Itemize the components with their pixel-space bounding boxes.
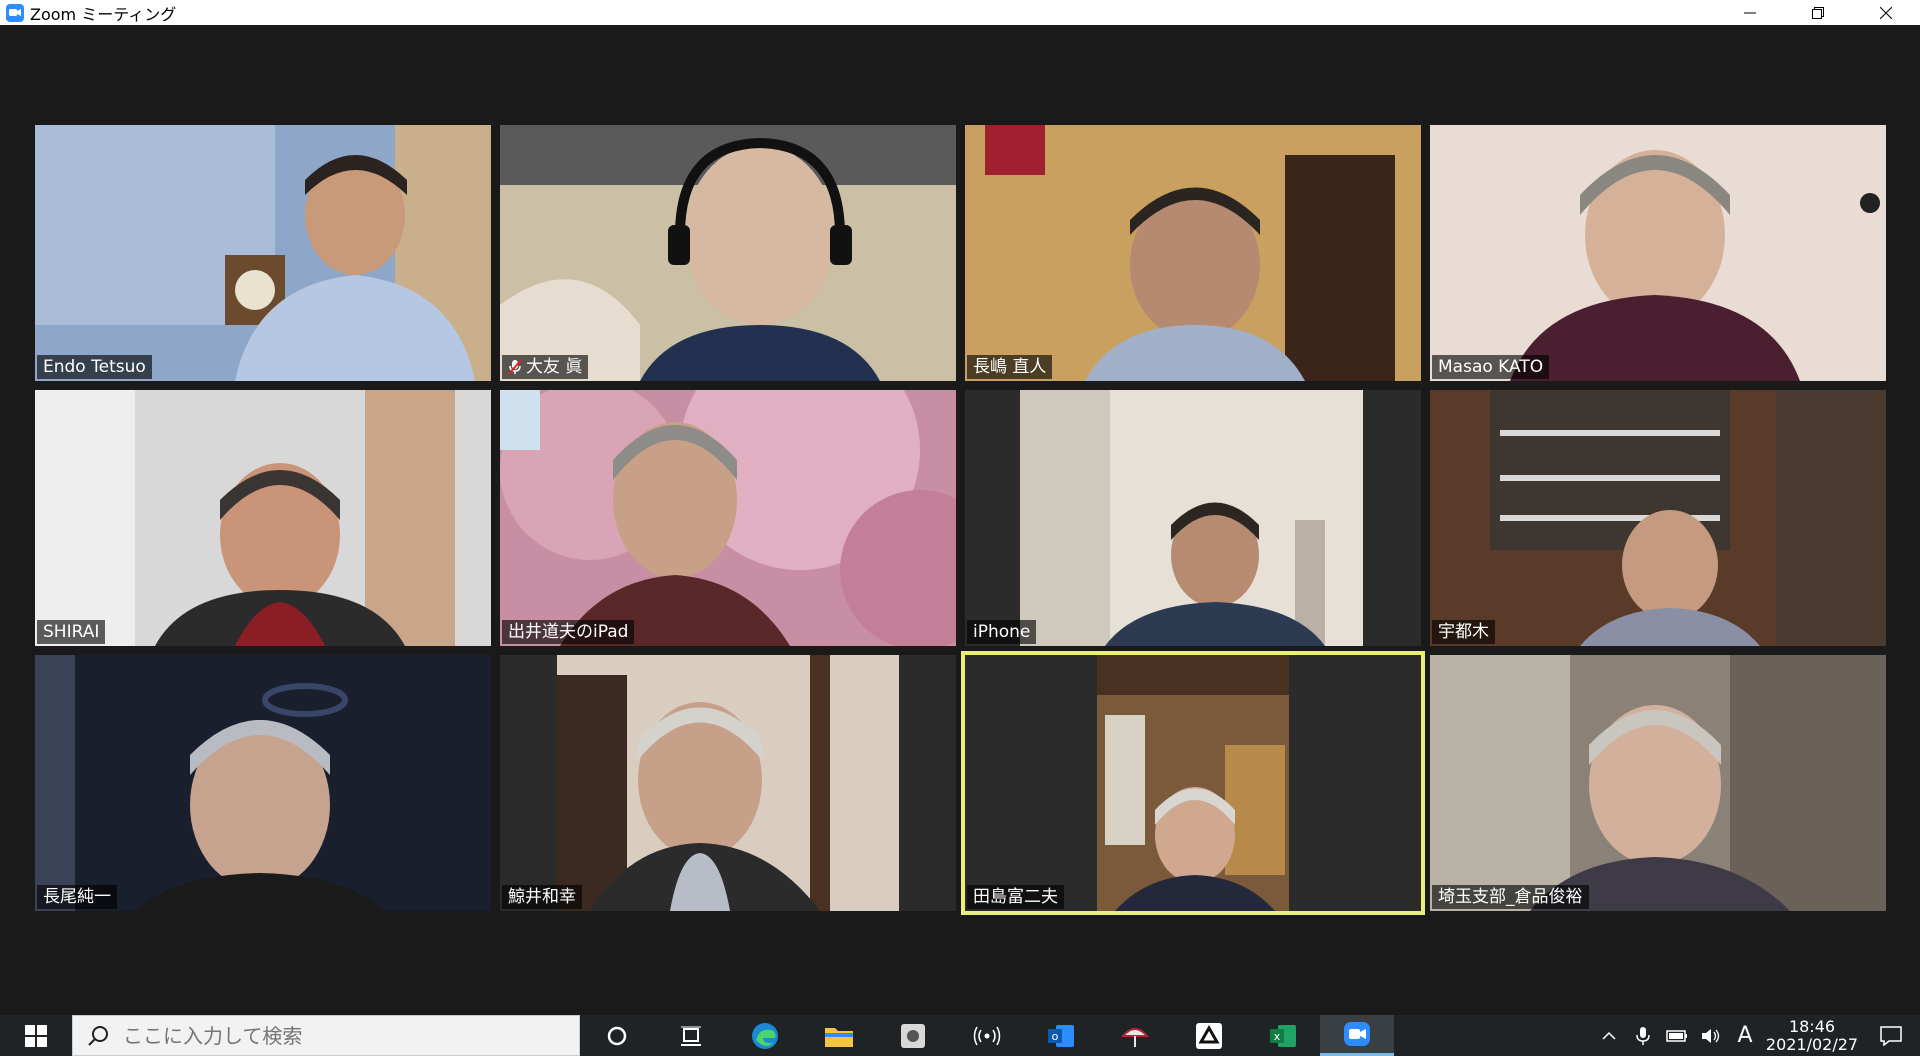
taskbar-app-broadcast[interactable] <box>950 1015 1024 1056</box>
video-tile[interactable]: 長尾純一 <box>35 655 491 911</box>
taskbar-search-box[interactable] <box>72 1015 580 1056</box>
participant-video <box>500 390 956 646</box>
notification-icon <box>1880 1025 1902 1047</box>
window-titlebar: Zoom ミーティング <box>0 0 1920 25</box>
participant-name-label: Endo Tetsuo <box>37 355 152 379</box>
participant-video <box>500 125 956 381</box>
excel-icon: x <box>1270 1024 1296 1047</box>
video-tile[interactable]: Endo Tetsuo <box>35 125 491 381</box>
video-tile[interactable]: 長嶋 直人 <box>965 125 1421 381</box>
microphone-icon <box>1636 1026 1650 1045</box>
participant-video <box>965 390 1421 646</box>
restore-icon <box>1812 6 1824 19</box>
clock-date: 2021/02/27 <box>1765 1034 1859 1054</box>
taskbar-app-excel[interactable]: x <box>1246 1015 1320 1056</box>
participant-name-label: iPhone <box>967 620 1037 644</box>
speaker-icon <box>1702 1028 1720 1043</box>
folder-icon <box>825 1027 853 1047</box>
participant-video <box>1430 655 1886 911</box>
taskbar-app-umbrella[interactable] <box>1098 1015 1172 1056</box>
system-tray: A 18:46 2021/02/27 <box>1592 1015 1920 1056</box>
broadcast-icon <box>973 1026 1001 1045</box>
network-tray-button[interactable] <box>1660 1015 1694 1056</box>
restore-button[interactable] <box>1784 0 1852 25</box>
taskbar-app-generic[interactable] <box>876 1015 950 1056</box>
volume-tray-button[interactable] <box>1694 1015 1728 1056</box>
microphone-tray-button[interactable] <box>1626 1015 1660 1056</box>
search-icon <box>88 1025 108 1046</box>
video-tile[interactable]: SHIRAI <box>35 390 491 646</box>
participant-name-label: 鯨井和幸 <box>502 885 582 909</box>
taskbar-app-edge[interactable] <box>728 1015 802 1056</box>
ime-indicator[interactable]: A <box>1728 1015 1762 1056</box>
participant-video <box>35 390 491 646</box>
participant-name-label: 大友 眞 <box>502 355 589 379</box>
svg-text:o: o <box>1052 1030 1059 1043</box>
participant-name-label: 田島富二夫 <box>967 885 1064 909</box>
participant-name-label: 出井道夫のiPad <box>502 620 635 644</box>
app-logo-icon <box>1196 1022 1222 1049</box>
cortana-circle-icon <box>607 1026 627 1045</box>
chevron-up-icon <box>1602 1031 1616 1040</box>
zoom-icon <box>1344 1022 1370 1046</box>
video-tile[interactable]: 宇都木 <box>1430 390 1886 646</box>
gallery-view: Endo Tetsuo 大友 眞 長嶋 直人 Masao KATO SHIRAI… <box>0 25 1920 1015</box>
participant-name-label: 長尾純一 <box>37 885 117 909</box>
windows-logo-icon <box>25 1024 47 1047</box>
participant-name-label: 宇都木 <box>1432 620 1495 644</box>
participant-name-label: SHIRAI <box>37 620 106 644</box>
show-hidden-icons-button[interactable] <box>1592 1015 1626 1056</box>
taskbar-app-white[interactable] <box>1172 1015 1246 1056</box>
search-input[interactable] <box>121 1022 565 1049</box>
taskbar-app-outlook[interactable]: o <box>1024 1015 1098 1056</box>
video-tile[interactable]: 埼玉支部_倉品俊裕 <box>1430 655 1886 911</box>
clock-time: 18:46 <box>1788 1016 1836 1036</box>
taskbar-app-file-explorer[interactable] <box>802 1015 876 1056</box>
minimize-icon <box>1744 12 1756 13</box>
svg-text:x: x <box>1274 1030 1281 1043</box>
close-icon <box>1880 6 1892 19</box>
participant-video <box>35 125 491 381</box>
outlook-icon: o <box>1048 1024 1074 1047</box>
participant-video <box>1430 125 1886 381</box>
participant-video <box>965 655 1421 911</box>
task-view-button[interactable] <box>654 1015 728 1056</box>
video-tile[interactable]: iPhone <box>965 390 1421 646</box>
participant-name-label: Masao KATO <box>1432 355 1550 379</box>
edge-browser-icon <box>752 1022 778 1049</box>
zoom-app-icon <box>6 3 24 22</box>
participant-video <box>965 125 1421 381</box>
taskbar-app-zoom[interactable] <box>1320 1015 1394 1056</box>
start-button[interactable] <box>0 1015 72 1056</box>
participant-video <box>35 655 491 911</box>
notification-center-button[interactable] <box>1862 1015 1920 1056</box>
cortana-button[interactable] <box>580 1015 654 1056</box>
minimize-button[interactable] <box>1716 0 1784 25</box>
video-tile[interactable]: Masao KATO <box>1430 125 1886 381</box>
taskbar-clock[interactable]: 18:46 2021/02/27 <box>1762 1015 1862 1056</box>
active-speaker-tile[interactable]: 田島富二夫 <box>961 651 1425 915</box>
task-view-icon <box>681 1026 701 1046</box>
window-title: Zoom ミーティング <box>30 4 177 24</box>
video-tile[interactable]: 大友 眞 <box>500 125 956 381</box>
close-button[interactable] <box>1852 0 1920 25</box>
umbrella-icon <box>1120 1027 1150 1047</box>
window-controls <box>1716 0 1920 25</box>
muted-microphone-icon <box>508 359 522 375</box>
video-tile[interactable]: 出井道夫のiPad <box>500 390 956 646</box>
participant-video <box>1430 390 1886 646</box>
battery-network-icon <box>1666 1029 1687 1042</box>
participant-name-label: 埼玉支部_倉品俊裕 <box>1432 885 1589 909</box>
participant-name-label: 長嶋 直人 <box>967 355 1053 379</box>
video-tile[interactable]: 鯨井和幸 <box>500 655 956 911</box>
app-window-icon <box>901 1023 925 1048</box>
participant-video <box>500 655 956 911</box>
windows-taskbar: o x A 18:46 2021/02/27 <box>0 1015 1920 1056</box>
